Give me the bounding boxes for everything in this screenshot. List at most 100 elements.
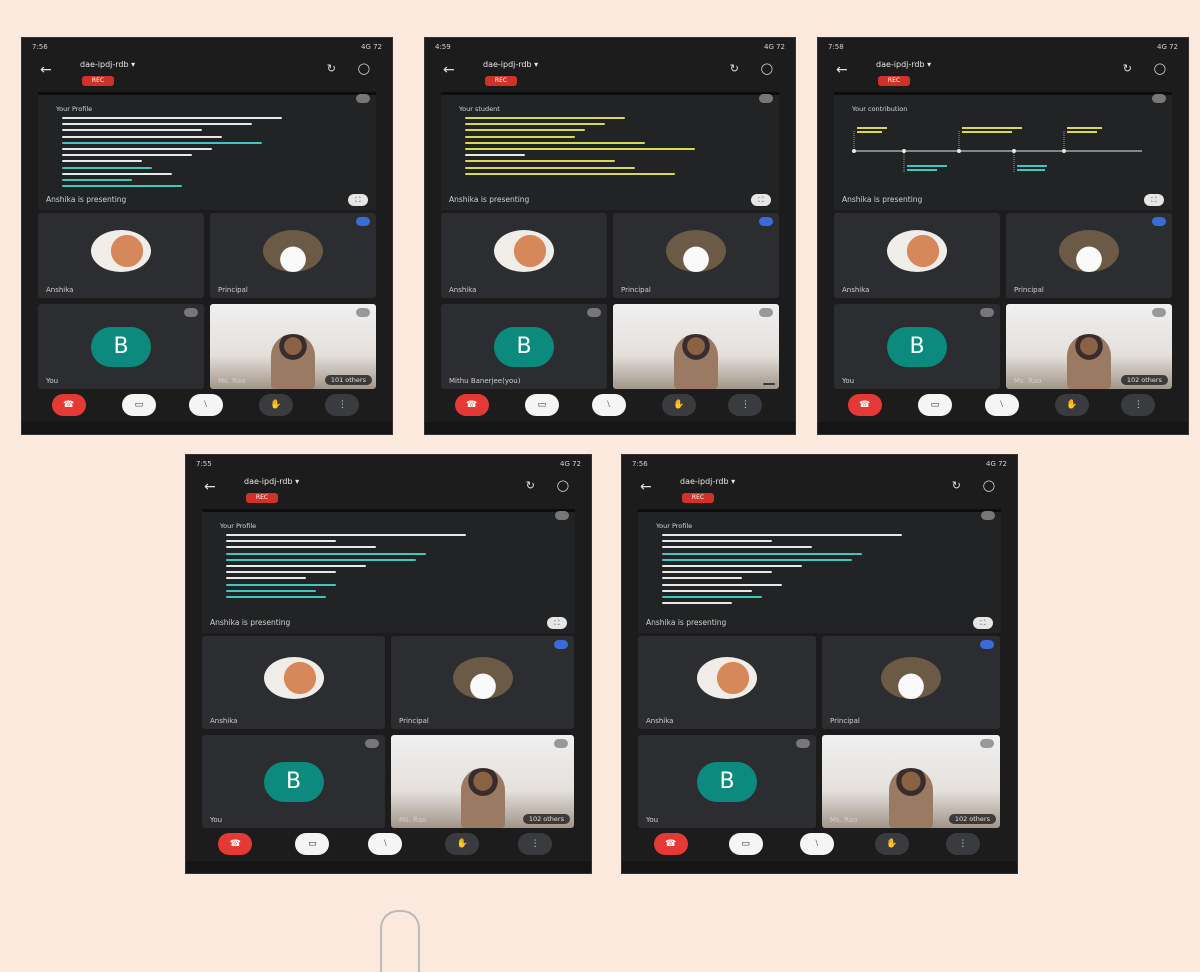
back-arrow-icon[interactable]: ←	[204, 479, 216, 495]
expand-icon[interactable]: ⛶	[547, 617, 567, 629]
status-time: 7:55	[196, 460, 212, 468]
others-count[interactable]: 101 others	[324, 375, 372, 385]
presentation-area[interactable]: Your contribution Anshika is presenting …	[834, 92, 1172, 210]
switch-camera-icon[interactable]: ↻	[730, 62, 739, 75]
slide-text-line	[62, 141, 262, 144]
others-count[interactable]: 102 others	[948, 814, 996, 824]
participant-tile-2[interactable]: Principal	[613, 213, 779, 298]
switch-camera-icon[interactable]: ↻	[526, 479, 535, 492]
meeting-code-text: dae-ipdj-rdb	[680, 477, 729, 486]
participant-tile-self[interactable]: B Mithu Banerjee(you)	[441, 304, 607, 389]
end-call-icon[interactable]: ☎	[218, 833, 253, 855]
hand-raise-icon[interactable]: ✋	[445, 833, 480, 855]
switch-camera-icon[interactable]: ↻	[327, 62, 336, 75]
presentation-area[interactable]: Your Profile Anshika is presenting ⛶	[202, 509, 575, 633]
camera-off-icon[interactable]: ▭	[917, 394, 952, 416]
presentation-area[interactable]: Your student Anshika is presenting ⛶	[441, 92, 779, 210]
expand-icon[interactable]: ⛶	[973, 617, 993, 629]
camera-off-icon[interactable]: ▭	[728, 833, 763, 855]
participant-tile-self[interactable]: B You	[202, 735, 385, 828]
participant-tile-2[interactable]: Principal	[391, 636, 574, 729]
end-call-icon[interactable]: ☎	[454, 394, 489, 416]
participant-tile-self[interactable]: B You	[834, 304, 1000, 389]
more-options-icon[interactable]: ⋮	[1121, 394, 1156, 416]
participant-tile-video[interactable]	[613, 304, 779, 389]
mic-off-icon[interactable]: ⧵	[188, 394, 223, 416]
participant-tile-video[interactable]: Ms. Rao 102 others	[391, 735, 574, 828]
meeting-code[interactable]: dae-ipdj-rdb ▾	[680, 477, 735, 486]
expand-icon[interactable]: ⛶	[348, 194, 368, 206]
participant-tile-1[interactable]: Anshika	[441, 213, 607, 298]
end-call-icon[interactable]: ☎	[653, 833, 688, 855]
end-call-icon[interactable]: ☎	[847, 394, 882, 416]
meeting-header: ← dae-ipdj-rdb ▾ REC ↻ ◯	[425, 56, 795, 96]
more-options-icon[interactable]: ⋮	[945, 833, 980, 855]
camera-off-icon[interactable]: ▭	[524, 394, 559, 416]
mic-off-icon[interactable]: ⧵	[799, 833, 834, 855]
status-signal: 4G 72	[985, 460, 1007, 468]
camera-off-icon[interactable]: ▭	[295, 833, 330, 855]
mic-off-icon[interactable]: ⧵	[591, 394, 626, 416]
others-count[interactable]: 102 others	[1120, 375, 1168, 385]
slide-text-line	[662, 534, 902, 536]
meeting-code[interactable]: dae-ipdj-rdb ▾	[80, 60, 135, 69]
participant-tile-1[interactable]: Anshika	[834, 213, 1000, 298]
participant-tile-video[interactable]: Ms. Rao 102 others	[822, 735, 1000, 828]
hand-raise-icon[interactable]: ✋	[661, 394, 696, 416]
avatar	[887, 229, 947, 272]
hand-raise-icon[interactable]: ✋	[258, 394, 293, 416]
back-arrow-icon[interactable]: ←	[640, 479, 652, 495]
presentation-area[interactable]: Your Profile Anshika is presenting ⛶	[638, 509, 1001, 633]
mic-off-icon[interactable]: ⧵	[368, 833, 403, 855]
participant-tile-video[interactable]: Ms. Rao 102 others	[1006, 304, 1172, 389]
meeting-header: ← dae-ipdj-rdb ▾ REC ↻ ◯	[186, 473, 591, 513]
expand-icon[interactable]: ⛶	[1144, 194, 1164, 206]
camera-off-icon[interactable]: ▭	[121, 394, 156, 416]
switch-camera-icon[interactable]: ↻	[952, 479, 961, 492]
hand-raise-icon[interactable]: ✋	[1054, 394, 1089, 416]
presentation-area[interactable]: Your Profile Anshika is presenting ⛶	[38, 92, 376, 210]
more-options-icon[interactable]: ⋮	[518, 833, 553, 855]
headphones-icon[interactable]: ◯	[1154, 62, 1166, 75]
slide-text-line	[226, 558, 416, 561]
meeting-code[interactable]: dae-ipdj-rdb ▾	[876, 60, 931, 69]
expand-icon[interactable]: ⛶	[751, 194, 771, 206]
end-call-icon[interactable]: ☎	[51, 394, 86, 416]
presenting-label: Anshika is presenting	[842, 195, 923, 204]
participant-name: Anshika	[46, 286, 74, 294]
participant-tile-1[interactable]: Anshika	[202, 636, 385, 729]
headphones-icon[interactable]: ◯	[557, 479, 569, 492]
back-arrow-icon[interactable]: ←	[836, 62, 848, 78]
slide-text-line	[62, 129, 202, 132]
mic-off-icon[interactable]: ⧵	[984, 394, 1019, 416]
presenting-label: Anshika is presenting	[449, 195, 530, 204]
participant-video	[1067, 333, 1111, 389]
others-count[interactable]	[763, 383, 775, 385]
participant-tile-self[interactable]: B You	[38, 304, 204, 389]
slide-text-line	[226, 583, 336, 586]
more-options-icon[interactable]: ⋮	[728, 394, 763, 416]
diagram-label-line	[907, 169, 937, 171]
diagram-label-line	[962, 131, 1012, 133]
back-arrow-icon[interactable]: ←	[443, 62, 455, 78]
participant-tile-2[interactable]: Principal	[210, 213, 376, 298]
participant-tile-video[interactable]: Ms. Rao 101 others	[210, 304, 376, 389]
more-options-icon[interactable]: ⋮	[325, 394, 360, 416]
participant-tile-1[interactable]: Anshika	[638, 636, 816, 729]
decorative-arch	[380, 910, 420, 972]
participant-tile-self[interactable]: B You	[638, 735, 816, 828]
participant-tile-2[interactable]: Principal	[1006, 213, 1172, 298]
meeting-code[interactable]: dae-ipdj-rdb ▾	[483, 60, 538, 69]
headphones-icon[interactable]: ◯	[358, 62, 370, 75]
meeting-code[interactable]: dae-ipdj-rdb ▾	[244, 477, 299, 486]
participant-tile-1[interactable]: Anshika	[38, 213, 204, 298]
back-arrow-icon[interactable]: ←	[40, 62, 52, 78]
headphones-icon[interactable]: ◯	[761, 62, 773, 75]
participant-tile-2[interactable]: Principal	[822, 636, 1000, 729]
switch-camera-icon[interactable]: ↻	[1123, 62, 1132, 75]
meeting-header: ← dae-ipdj-rdb ▾ REC ↻ ◯	[818, 56, 1188, 96]
status-bar: 7:56 4G 72	[22, 38, 392, 56]
headphones-icon[interactable]: ◯	[983, 479, 995, 492]
others-count[interactable]: 102 others	[522, 814, 570, 824]
hand-raise-icon[interactable]: ✋	[874, 833, 909, 855]
